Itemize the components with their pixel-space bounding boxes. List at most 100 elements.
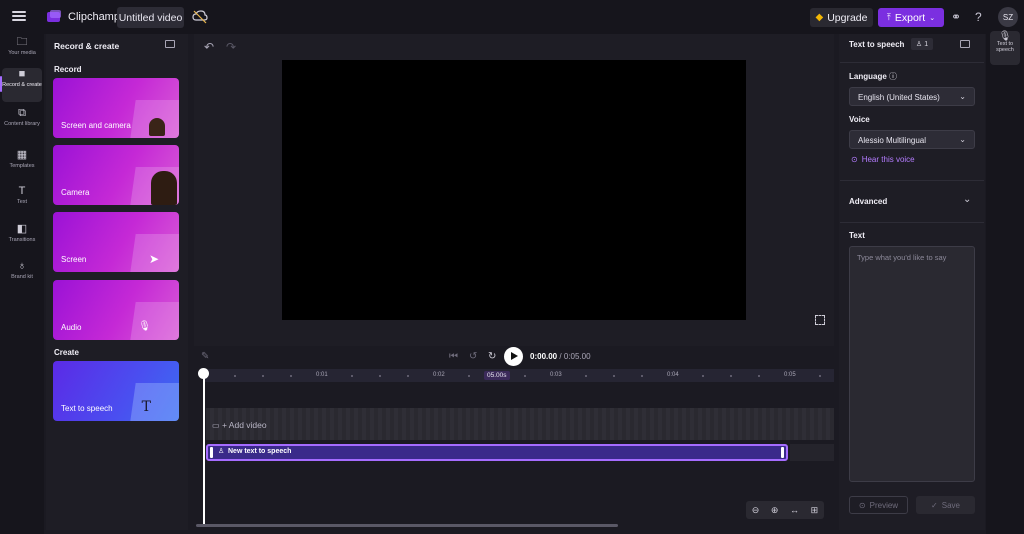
- voice-select[interactable]: Alessio Multilingual ⌄: [849, 130, 975, 149]
- cloud-sync-icon[interactable]: [192, 10, 208, 24]
- tick-dot: [524, 375, 526, 377]
- tick-label: 0:04: [667, 372, 679, 378]
- chevron-down-icon[interactable]: ⌄: [963, 194, 971, 205]
- person-thumbnail: [149, 118, 165, 136]
- play-circle-icon: ⊙: [858, 500, 866, 510]
- advanced-toggle[interactable]: Advanced: [849, 197, 887, 206]
- text-icon: T: [18, 185, 26, 197]
- clip-trim-handle-left[interactable]: [210, 447, 213, 458]
- nav-content-library[interactable]: ⧉ Content library: [2, 107, 42, 141]
- preview-button[interactable]: ⊙ Preview: [849, 496, 908, 514]
- nav-record-create[interactable]: ■ Record & create: [0, 68, 42, 102]
- record-create-panel: Record & create Record Screen and camera…: [46, 34, 188, 530]
- tick-dot: [351, 375, 353, 377]
- nav-templates[interactable]: ▦ Templates: [2, 149, 42, 183]
- tick-label: 0:03: [550, 372, 562, 378]
- nav-transitions[interactable]: ◧ Transitions: [2, 223, 42, 257]
- create-section-label: Create: [54, 348, 79, 357]
- right-rail: [986, 34, 1024, 534]
- help-icon[interactable]: ?: [975, 10, 982, 24]
- language-label: Language ⓘ: [849, 72, 898, 81]
- microphone-icon: 🎙: [138, 321, 151, 332]
- play-button[interactable]: [504, 347, 523, 366]
- playhead-handle[interactable]: [198, 368, 209, 379]
- media-icon: ▭: [212, 421, 220, 430]
- add-video-button[interactable]: ▭ + Add video: [212, 420, 267, 430]
- card-screen[interactable]: ➤ Screen: [53, 212, 179, 272]
- project-title-input[interactable]: Untitled video: [117, 7, 184, 28]
- fullscreen-icon[interactable]: [815, 315, 825, 325]
- text-t-icon: T: [141, 399, 151, 415]
- tick-label: 0:05: [784, 372, 796, 378]
- undo-icon[interactable]: ↶: [204, 40, 214, 54]
- tick-dot: [730, 375, 732, 377]
- time-display: 0:00.00 / 0:05.00: [530, 352, 591, 361]
- avatar[interactable]: SZ: [998, 7, 1018, 27]
- tick-dot: [468, 375, 470, 377]
- rail-text-to-speech[interactable]: 🎙 Text to speech: [990, 31, 1020, 65]
- card-illustration: [130, 383, 179, 421]
- camera-icon: ■: [18, 68, 26, 80]
- hear-this-voice-link[interactable]: ⊙ Hear this voice: [851, 155, 915, 164]
- voice-label: Voice: [849, 115, 870, 124]
- forward-5s-icon[interactable]: ↻: [488, 351, 496, 362]
- save-button[interactable]: ✓ Save: [916, 496, 975, 514]
- duration-marker: 05.00s: [484, 371, 510, 380]
- playhead[interactable]: [203, 372, 205, 526]
- tick-label: 0:01: [316, 372, 328, 378]
- divider: [840, 62, 984, 63]
- check-icon: ✓: [931, 500, 938, 510]
- video-canvas[interactable]: [282, 60, 746, 320]
- voice-icon: ♙: [218, 448, 225, 455]
- export-button[interactable]: ⤒ Export ⌄: [878, 8, 944, 27]
- redo-icon[interactable]: ↷: [226, 40, 236, 54]
- tts-audio-clip[interactable]: ♙ New text to speech: [206, 444, 788, 461]
- magic-wand-icon[interactable]: ✎: [201, 351, 209, 362]
- rewind-5s-icon[interactable]: ↺: [469, 351, 477, 362]
- empty-track-region: [790, 444, 834, 461]
- fit-to-width-icon[interactable]: ↔: [790, 505, 799, 515]
- tick-dot: [262, 375, 264, 377]
- tick-dot: [641, 375, 643, 377]
- card-camera[interactable]: Camera: [53, 145, 179, 205]
- app-name: Clipchamp: [68, 11, 120, 23]
- divider: [840, 180, 984, 181]
- tick-dot: [613, 375, 615, 377]
- clip-trim-handle-right[interactable]: [781, 447, 784, 458]
- zoom-in-icon[interactable]: ⊕: [771, 505, 779, 516]
- hamburger-menu-icon[interactable]: [12, 11, 26, 21]
- card-screen-and-camera[interactable]: Screen and camera: [53, 78, 179, 138]
- divider: [840, 222, 984, 223]
- nav-brand-kit[interactable]: ♁ Brand kit: [2, 260, 42, 294]
- video-track[interactable]: [206, 408, 834, 440]
- timeline-scrollbar[interactable]: [196, 524, 618, 527]
- card-text-to-speech[interactable]: T Text to speech: [53, 361, 179, 421]
- expand-timeline-icon[interactable]: ⊞: [811, 505, 819, 516]
- nav-your-media[interactable]: 🗀 Your media: [2, 36, 42, 70]
- folder-icon: 🗀: [16, 36, 28, 48]
- skip-back-icon[interactable]: ⏮: [449, 351, 458, 362]
- record-section-label: Record: [54, 65, 82, 74]
- clipchamp-logo: [47, 10, 61, 22]
- share-link-icon[interactable]: ⚭: [951, 10, 961, 24]
- voice-count-badge: ♙ 1: [911, 38, 933, 50]
- language-select[interactable]: English (United States) ⌄: [849, 87, 975, 106]
- card-audio[interactable]: 🎙 Audio: [53, 280, 179, 340]
- tick-dot: [585, 375, 587, 377]
- panel-title: Record & create: [54, 41, 120, 51]
- info-icon[interactable]: ⓘ: [889, 72, 897, 81]
- time-ruler[interactable]: [204, 369, 834, 382]
- zoom-out-icon[interactable]: ⊖: [752, 505, 760, 516]
- collapse-panel-icon[interactable]: [165, 40, 175, 48]
- tick-dot: [758, 375, 760, 377]
- nav-text[interactable]: T Text: [2, 185, 42, 219]
- tts-text-input[interactable]: Type what you'd like to say: [849, 246, 975, 482]
- person-thumbnail: [151, 171, 177, 205]
- text-label: Text: [849, 231, 865, 240]
- library-icon: ⧉: [18, 107, 26, 119]
- upgrade-button[interactable]: ◆ Upgrade: [810, 8, 873, 27]
- collapse-panel-icon[interactable]: [960, 40, 970, 48]
- voice-icon: ♙: [915, 41, 923, 48]
- tick-dot: [379, 375, 381, 377]
- chevron-down-icon: ⌄: [959, 92, 966, 101]
